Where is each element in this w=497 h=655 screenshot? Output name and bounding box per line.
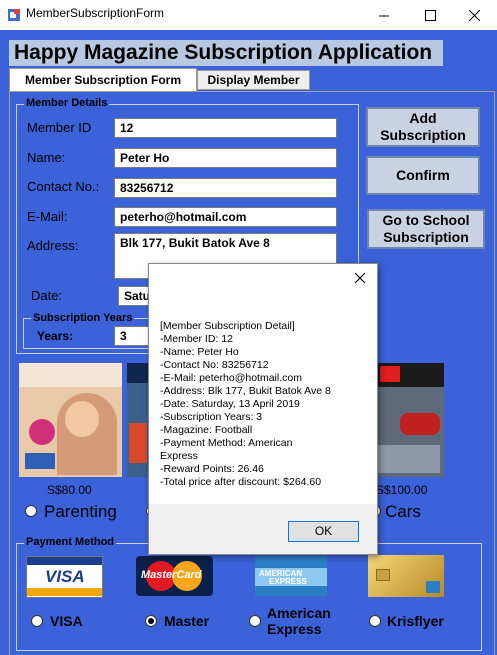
visa-logo-text: VISA bbox=[45, 567, 85, 586]
parenting-magazine-cover[interactable] bbox=[19, 363, 122, 477]
minimize-button[interactable] bbox=[362, 0, 407, 30]
subscription-years-label: Subscription Years bbox=[31, 312, 135, 324]
dialog-close-icon[interactable] bbox=[353, 271, 367, 285]
payment-method-label: Payment Method bbox=[24, 536, 117, 548]
email-field[interactable]: peterho@hotmail.com bbox=[114, 207, 337, 227]
dialog-line: -Magazine: Football bbox=[160, 424, 253, 436]
contact-field[interactable]: 83256712 bbox=[114, 178, 337, 198]
contact-label: Contact No.: bbox=[27, 179, 100, 194]
add-subscription-label-1: Add bbox=[409, 110, 437, 126]
visa-radio-label[interactable]: VISA bbox=[50, 613, 83, 629]
krisflyer-card-image[interactable] bbox=[368, 555, 444, 597]
dialog-line: -Subscription Years: 3 bbox=[160, 411, 263, 423]
parenting-radio[interactable] bbox=[25, 505, 37, 517]
master-radio-label[interactable]: Master bbox=[164, 613, 209, 629]
dialog-line: -Member ID: 12 bbox=[160, 333, 233, 345]
master-logo-text: MasterCard bbox=[141, 569, 202, 581]
member-details-label: Member Details bbox=[24, 97, 110, 109]
master-radio[interactable] bbox=[145, 615, 157, 627]
american-express-radio[interactable] bbox=[249, 615, 261, 627]
tab-display-member[interactable]: Display Member bbox=[197, 70, 310, 90]
close-icon bbox=[469, 9, 480, 21]
dialog-title-bar[interactable] bbox=[149, 264, 377, 294]
american-express-radio-label[interactable]: American Express bbox=[267, 605, 331, 637]
school-subscription-label-2: Subscription bbox=[383, 229, 469, 245]
app-banner: Happy Magazine Subscription Application bbox=[9, 40, 443, 66]
parenting-radio-label[interactable]: Parenting bbox=[44, 502, 117, 522]
master-card-image[interactable]: MasterCard bbox=[136, 556, 213, 596]
dialog-line: [Member Subscription Detail] bbox=[160, 320, 295, 332]
date-label: Date: bbox=[31, 288, 63, 303]
member-id-label: Member ID bbox=[27, 120, 92, 135]
cars-magazine-cover[interactable] bbox=[376, 363, 444, 477]
football-magazine-cover[interactable] bbox=[127, 363, 149, 477]
dialog-line: -Total price after discount: $264.60 bbox=[160, 476, 322, 488]
email-label: E-Mail: bbox=[27, 209, 68, 224]
add-subscription-button[interactable]: Add Subscription bbox=[366, 107, 480, 147]
add-subscription-label-2: Subscription bbox=[380, 127, 466, 143]
title-bar[interactable]: MemberSubscriptionForm bbox=[0, 0, 497, 30]
app-icon bbox=[7, 8, 21, 22]
dialog-line: -Reward Points: 26.46 bbox=[160, 463, 264, 475]
maximize-icon bbox=[425, 9, 436, 21]
dialog-line: -Address: Blk 177, Bukit Batok Ave 8 bbox=[160, 385, 331, 397]
name-field[interactable]: Peter Ho bbox=[114, 148, 337, 168]
close-button[interactable] bbox=[452, 0, 497, 30]
parenting-price: S$80.00 bbox=[47, 483, 92, 497]
confirm-button[interactable]: Confirm bbox=[366, 156, 480, 195]
window-title: MemberSubscriptionForm bbox=[26, 6, 165, 20]
dialog-line: -Payment Method: American bbox=[160, 437, 293, 449]
cars-radio-label[interactable]: Cars bbox=[385, 502, 421, 522]
ok-button[interactable]: OK bbox=[288, 521, 359, 542]
minimize-icon bbox=[379, 15, 389, 16]
dialog-line: -Name: Peter Ho bbox=[160, 346, 239, 358]
visa-card-image[interactable]: VISA bbox=[26, 556, 103, 598]
member-id-field[interactable]: 12 bbox=[114, 118, 337, 138]
years-label: Years: bbox=[37, 329, 74, 343]
school-subscription-label-1: Go to School bbox=[382, 212, 470, 228]
address-label: Address: bbox=[27, 238, 79, 253]
name-label: Name: bbox=[27, 150, 66, 165]
dialog-line: -Date: Saturday, 13 April 2019 bbox=[160, 398, 300, 410]
dialog-line: -Contact No: 83256712 bbox=[160, 359, 269, 371]
cars-price: S$100.00 bbox=[376, 483, 428, 497]
amex-logo-text-2: EXPRESS bbox=[269, 577, 307, 586]
amex-card-image[interactable]: AMERICAN EXPRESS bbox=[255, 556, 327, 596]
visa-radio[interactable] bbox=[31, 615, 43, 627]
krisflyer-radio[interactable] bbox=[369, 615, 381, 627]
school-subscription-button[interactable]: Go to School Subscription bbox=[367, 209, 485, 249]
dialog-line: Express bbox=[160, 450, 198, 462]
dialog-line: -E-Mail: peterho@hotmail.com bbox=[160, 372, 302, 384]
tab-member-subscription-form[interactable]: Member Subscription Form bbox=[9, 68, 197, 92]
maximize-button[interactable] bbox=[408, 0, 453, 30]
subscription-detail-dialog: [Member Subscription Detail] -Member ID:… bbox=[148, 263, 378, 555]
krisflyer-radio-label[interactable]: Krisflyer bbox=[387, 613, 444, 629]
